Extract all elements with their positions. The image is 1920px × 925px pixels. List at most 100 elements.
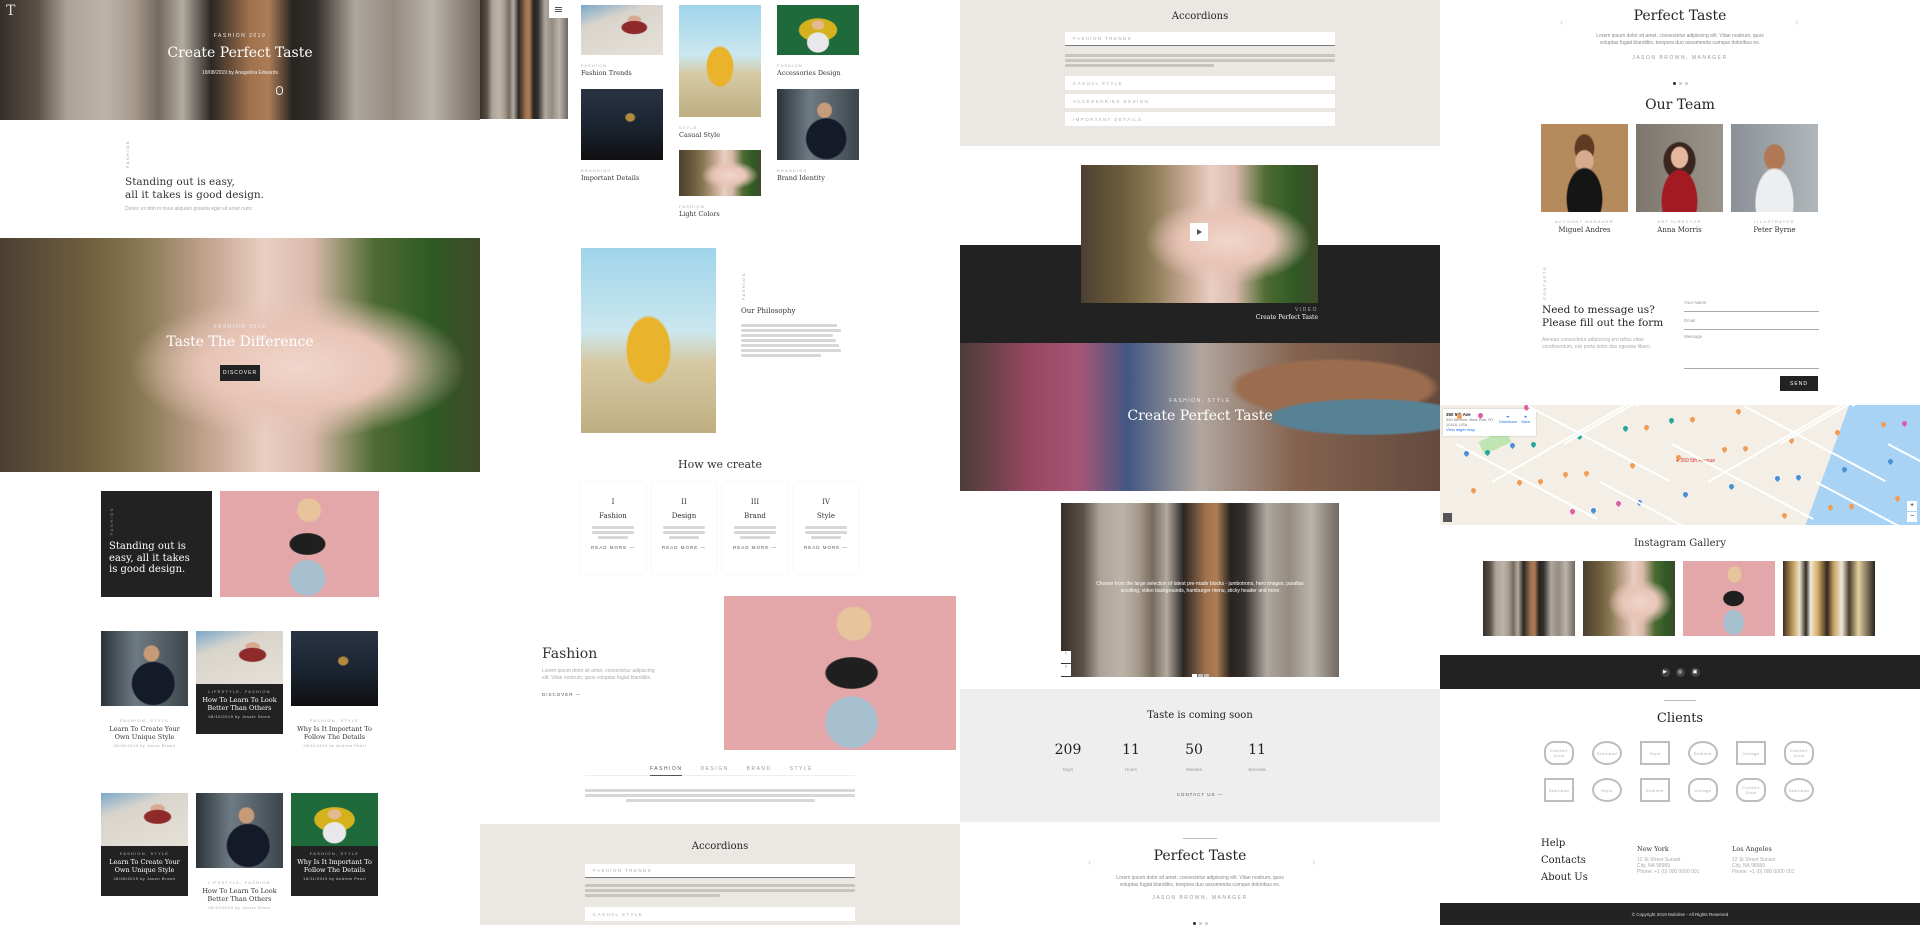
slider-prev-button[interactable]: ‹ [1061,651,1071,663]
portfolio-image[interactable] [679,150,761,196]
zoom-out-button[interactable]: − [1907,512,1917,522]
step-read-more-link[interactable]: Read more — [723,545,787,550]
video-icon[interactable]: ▶ [1660,667,1670,677]
testimonial-dots-2 [1440,72,1920,90]
video-thumbnail[interactable] [1081,165,1318,303]
slider-dot[interactable] [1197,674,1203,677]
accordion-item-fashion-trends-2[interactable]: Fashion Trends [1065,32,1335,46]
post-card[interactable]: Fashion, Style Why Is It Important To Fol… [291,713,378,753]
play-button[interactable] [1190,223,1208,241]
client-logo[interactable]: Comfort Zone [1736,778,1766,802]
client-logo[interactable]: Comfort Zone [1784,741,1814,765]
copyright: © Copyright 2019 Mobirise - All Rights R… [1440,903,1920,925]
post-image[interactable] [291,793,378,846]
larger-map-link[interactable]: View larger map [1446,427,1533,432]
client-logo[interactable]: Starhead [1544,778,1574,802]
mouse-scroll-icon[interactable] [276,86,283,95]
client-logo[interactable]: Vintage [1736,741,1766,765]
post-card[interactable]: Lifestyle, Fashion How To Learn To Look B… [196,875,283,915]
tab-style[interactable]: Style [790,766,813,776]
portfolio-image[interactable] [679,5,761,117]
post-image[interactable] [101,631,188,706]
zoom-in-button[interactable]: + [1907,501,1917,511]
tab-brand[interactable]: Brand [747,766,772,776]
satellite-toggle[interactable] [1443,513,1452,522]
post-image[interactable] [196,793,283,868]
countdown-label: Days [1062,767,1074,772]
instagram-image[interactable] [1683,561,1775,636]
instagram-image[interactable] [1783,561,1875,636]
save-link[interactable]: ★ Save [1521,414,1530,424]
instagram-image[interactable] [1583,561,1675,636]
instagram-icon[interactable]: ▣ [1690,667,1700,677]
footer-link-help[interactable]: Help [1541,835,1588,852]
accordion-item-casual-style-2[interactable]: Casual Style [1065,76,1335,90]
post-image[interactable] [291,631,378,706]
message-textarea[interactable]: Message [1684,334,1819,369]
portfolio-title[interactable]: Light Colors [679,210,720,218]
email-input[interactable]: Email [1684,318,1819,330]
step-read-more-link[interactable]: Read more — [794,545,858,550]
post-card[interactable]: Fashion, Style Why Is It Important To Fol… [291,846,378,896]
post-title[interactable]: How To Learn To Look Better Than Others [196,694,283,714]
portfolio-title[interactable]: Casual Style [679,131,720,139]
post-title[interactable]: How To Learn To Look Better Than Others [196,885,283,905]
accordion-item-casual-style[interactable]: Casual Style [585,907,855,921]
portfolio-title[interactable]: Accessories Design [777,69,841,77]
client-logo[interactable]: Style [1640,741,1670,765]
client-logo[interactable]: Emblem [1688,741,1718,765]
accordion-item-fashion-trends[interactable]: Fashion Trends [585,864,855,878]
testimonial-title-2: Perfect Taste [1633,8,1727,24]
post-card[interactable]: Fashion, Style Learn To Create Your Own U… [101,713,188,753]
client-logo[interactable]: Comfort Zone [1544,741,1574,765]
post-title[interactable]: Why Is It Important To Follow The Detail… [291,723,378,743]
post-title[interactable]: Why Is It Important To Follow The Detail… [291,856,378,876]
client-logo[interactable]: Emblem [1640,778,1670,802]
portfolio-label: Branding [777,168,808,173]
team-title: Our Team [1645,97,1715,113]
post-card[interactable]: Fashion, Style Learn To Create Your Own U… [101,846,188,896]
discover-button[interactable]: Discover [220,365,260,381]
contact-us-link[interactable]: Contact us — [960,792,1440,797]
name-input[interactable]: Your Name [1684,300,1819,312]
accordion-item-accessories-design[interactable]: Accessories Design [1065,94,1335,108]
post-image[interactable] [101,793,188,846]
accordions-title: Accordions [691,841,749,852]
portfolio-image[interactable] [581,89,663,160]
post-title[interactable]: Learn To Create Your Own Unique Style [101,723,188,743]
directions-link[interactable]: ➦ Directions [1499,414,1517,424]
tab-design[interactable]: Design [700,766,728,776]
footer-link-contacts[interactable]: Contacts [1541,852,1588,869]
slider-dot[interactable] [1203,674,1209,677]
post-card[interactable]: Lifestyle, Fashion How To Learn To Look B… [196,684,283,734]
portfolio-title[interactable]: Brand Identity [777,174,825,182]
send-button[interactable]: Send [1780,376,1818,391]
portfolio-image[interactable] [581,5,663,55]
divider [1664,700,1696,701]
post-image[interactable] [196,631,283,684]
instagram-image[interactable] [1483,561,1575,636]
logo[interactable]: T [6,3,15,19]
slider-dot[interactable] [1191,674,1197,677]
tab-fashion[interactable]: Fashion [650,766,683,776]
client-logo[interactable]: Starhead [1784,778,1814,802]
accordion-item-important-details[interactable]: Important Details [1065,112,1335,126]
client-logo[interactable]: Starhead [1592,741,1622,765]
fashion-discover-link[interactable]: Discover — [542,692,581,697]
footer-link-about-us[interactable]: About Us [1541,869,1588,886]
step-read-more-link[interactable]: Read more — [581,545,645,550]
portfolio-image[interactable] [777,89,859,160]
dribbble-icon[interactable]: ◎ [1675,667,1685,677]
client-logo[interactable]: Vintage [1688,778,1718,802]
post-title[interactable]: Learn To Create Your Own Unique Style [101,856,188,876]
step-read-more-link[interactable]: Read more — [652,545,716,550]
quote-text: Standing out is easy, all it takes is go… [109,541,190,575]
menu-button[interactable] [549,0,568,18]
testimonial-author-2: Jason Brown, Manager [1632,55,1728,61]
map-poi-icon [1773,474,1782,483]
map[interactable]: 350 5th Ave 350 5th Ave, New York, NY 10… [1440,405,1920,525]
client-logo[interactable]: Style [1592,778,1622,802]
portfolio-title[interactable]: Fashion Trends [581,69,632,77]
portfolio-title[interactable]: Important Details [581,174,639,182]
portfolio-image[interactable] [777,5,859,55]
